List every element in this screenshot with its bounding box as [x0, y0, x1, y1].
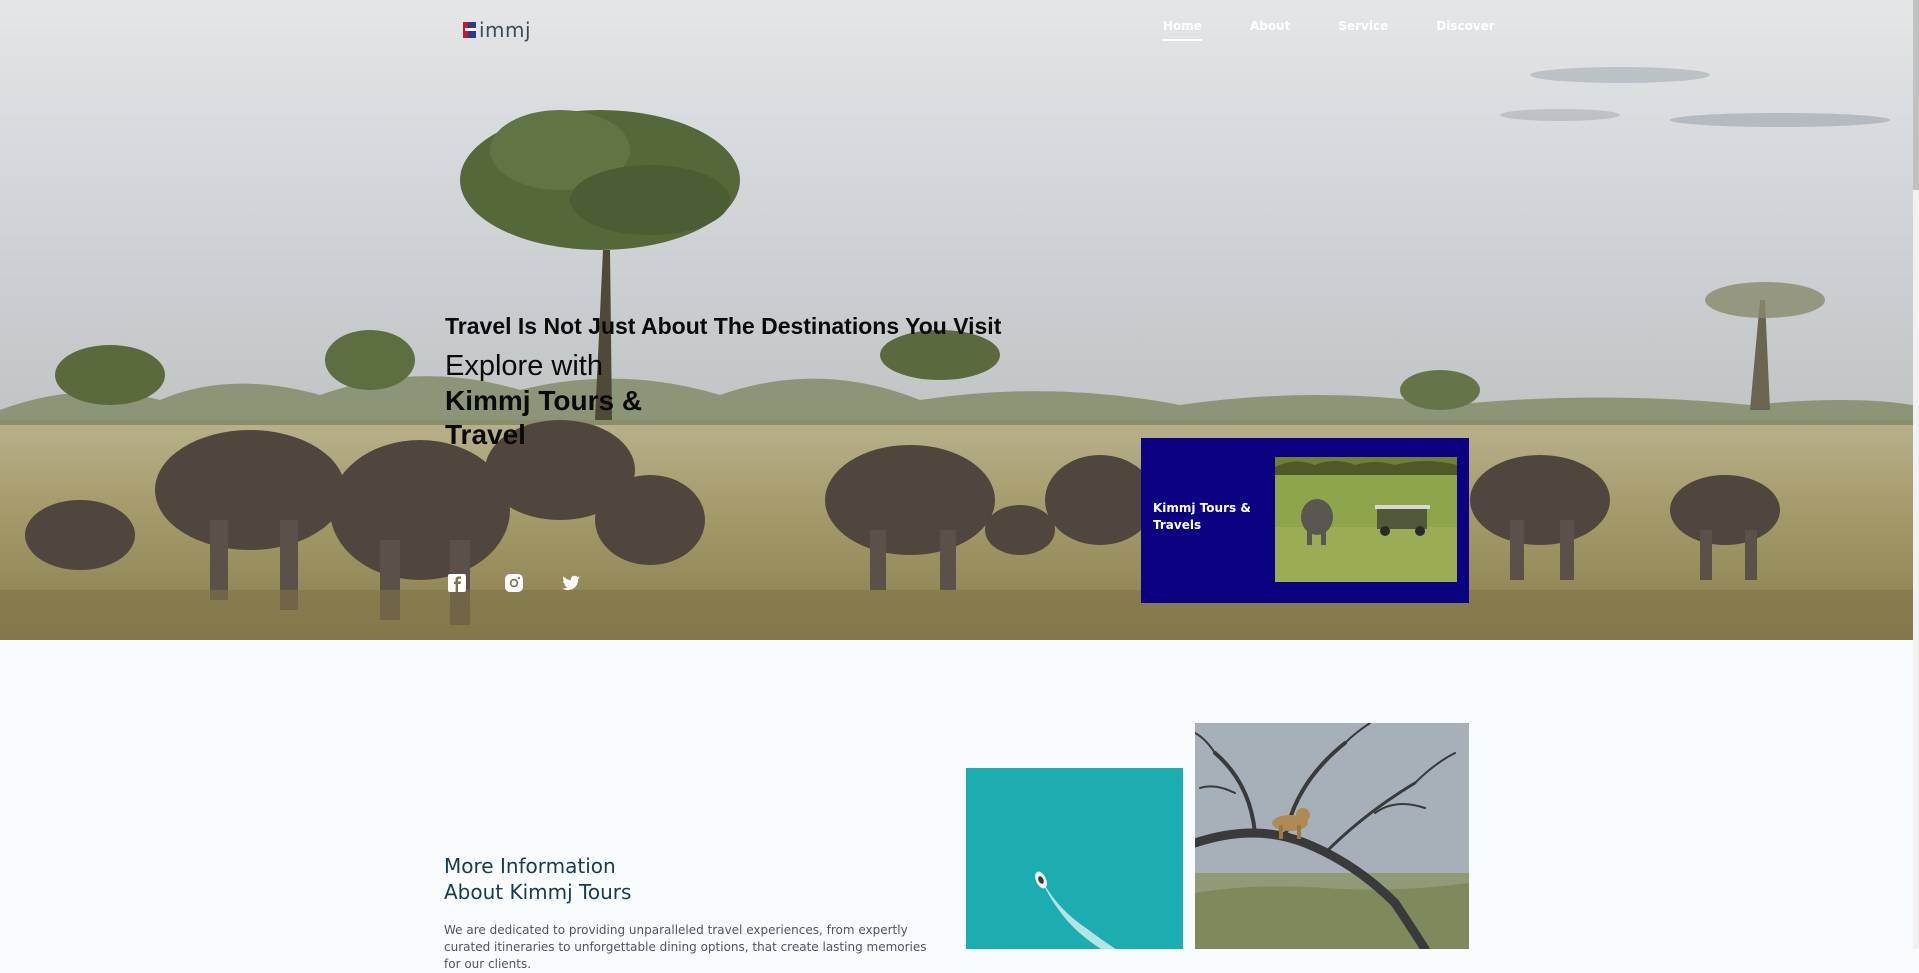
about-text: We are dedicated to providing unparallel… [444, 923, 927, 971]
page-scrollbar[interactable] [1913, 0, 1919, 949]
promo-card[interactable]: Kimmj Tours & Travels [1141, 438, 1469, 603]
hero-section: immj Home About Service Discover Travel … [0, 0, 1913, 640]
instagram-icon[interactable] [504, 573, 524, 593]
facebook-icon[interactable] [447, 573, 467, 593]
promo-card-text: Kimmj Tours & Travels [1153, 501, 1251, 532]
hero-title-line2: Kimmj Tours & Travel [445, 385, 643, 450]
nav-discover[interactable]: Discover [1436, 19, 1494, 41]
brand-logo[interactable]: immj [463, 18, 531, 42]
social-links [447, 573, 581, 593]
twitter-icon[interactable] [561, 573, 581, 593]
lion-tree-image [1195, 723, 1469, 949]
nav-service[interactable]: Service [1338, 19, 1388, 41]
about-heading-line1: More Information [444, 854, 616, 878]
about-heading-line2: About Kimmj Tours [444, 880, 632, 904]
promo-card-image [1275, 457, 1457, 582]
logo-text: immj [479, 18, 532, 42]
hero-title-line1: Explore with [445, 350, 603, 382]
main-nav: Home About Service Discover [1163, 19, 1495, 41]
boat-sea-image [966, 768, 1183, 949]
nav-about[interactable]: About [1250, 19, 1290, 41]
logo-mark-icon [463, 20, 477, 40]
hero-subtitle: Travel Is Not Just About The Destination… [445, 313, 1002, 339]
scrollbar-thumb[interactable] [1913, 0, 1919, 190]
nav-home[interactable]: Home [1163, 19, 1202, 41]
about-heading: More Information About Kimmj Tours [444, 853, 631, 905]
